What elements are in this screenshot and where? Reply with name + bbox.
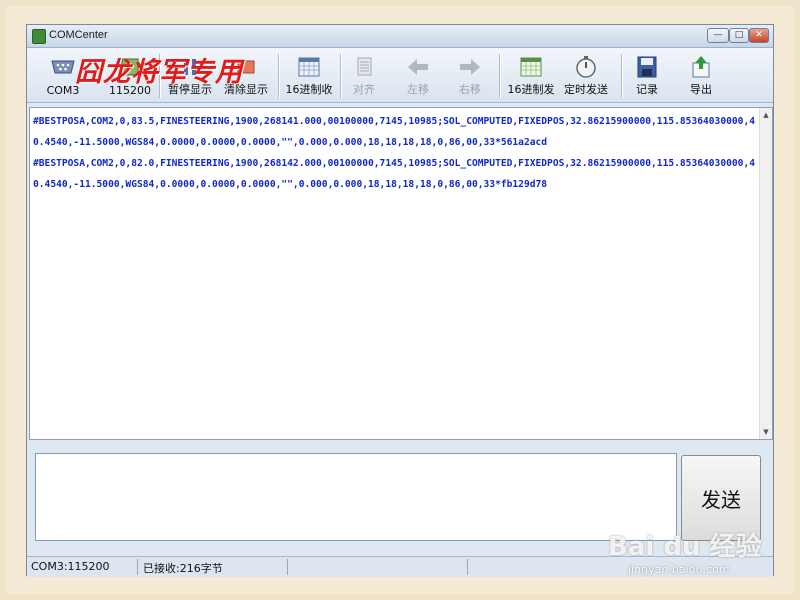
grid-green-icon [520, 57, 542, 77]
status-divider [137, 559, 138, 575]
status-divider [467, 559, 468, 575]
grid-icon [298, 57, 320, 77]
output-line: #BESTPOSA,COM2,0,83.5,FINESTEERING,1900,… [33, 116, 755, 148]
output-line: #BESTPOSA,COM2,0,82.0,FINESTEERING,1900,… [33, 158, 755, 190]
arrow-left-icon [408, 59, 428, 75]
window-title: COMCenter [49, 29, 108, 41]
timed-send-label: 定时发送 [564, 83, 608, 96]
output-text: #BESTPOSA,COM2,0,83.5,FINESTEERING,1900,… [33, 111, 763, 195]
close-button[interactable]: ✕ [749, 28, 769, 43]
maximize-button[interactable]: □ [729, 28, 749, 43]
toolbar-separator [499, 54, 500, 98]
arrow-right-icon [460, 59, 480, 75]
toolbar-separator [621, 54, 622, 98]
app-icon [32, 29, 46, 44]
hex-receive-label: 16进制收 [285, 83, 333, 96]
minimize-button[interactable]: — [707, 28, 729, 43]
comcenter-window: COMCenter — □ ✕ COM3 115200 暂停显示 清除显示 16… [26, 24, 774, 577]
status-received: 已接收:216字节 [143, 562, 223, 575]
scroll-up-arrow-icon[interactable]: ▲ [760, 109, 772, 121]
record-label: 记录 [636, 83, 658, 96]
floppy-disk-icon [637, 56, 657, 78]
align-label: 对齐 [353, 83, 375, 96]
status-port: COM3:115200 [31, 560, 110, 573]
stopwatch-icon [576, 56, 596, 78]
scroll-down-arrow-icon[interactable]: ▼ [760, 426, 772, 438]
export-button[interactable]: 导出 [681, 51, 721, 99]
export-icon [692, 56, 710, 78]
serial-port-icon [51, 60, 75, 74]
send-input-field[interactable] [35, 453, 677, 541]
align-icon [357, 57, 372, 76]
toolbar-separator [278, 54, 279, 98]
record-button[interactable]: 记录 [627, 51, 667, 99]
export-label: 导出 [690, 83, 712, 96]
toolbar-separator [340, 54, 341, 98]
watermark-text: 囧龙将军专用 [75, 57, 243, 88]
output-scrollbar[interactable]: ▲ ▼ [759, 108, 772, 439]
title-bar[interactable]: COMCenter — □ ✕ [27, 25, 773, 48]
receive-output-area[interactable]: #BESTPOSA,COM2,0,83.5,FINESTEERING,1900,… [29, 107, 773, 440]
shift-left-label: 左移 [407, 83, 429, 96]
hex-receive-button[interactable]: 16进制收 [283, 51, 335, 99]
status-divider [287, 559, 288, 575]
shift-left-button[interactable]: 左移 [399, 51, 437, 99]
align-button[interactable]: 对齐 [345, 51, 383, 99]
shift-right-label: 右移 [459, 83, 481, 96]
timed-send-button[interactable]: 定时发送 [561, 51, 611, 99]
hex-send-label: 16进制发 [507, 83, 555, 96]
baidu-logo-watermark: Bai du 经验 [608, 532, 762, 562]
baidu-url-watermark: jingyan.baidu.com [628, 563, 730, 576]
shift-right-button[interactable]: 右移 [451, 51, 489, 99]
hex-send-button[interactable]: 16进制发 [505, 51, 557, 99]
toolbar: COM3 115200 暂停显示 清除显示 16进制收 对齐 左移 右移 16进… [27, 48, 773, 103]
